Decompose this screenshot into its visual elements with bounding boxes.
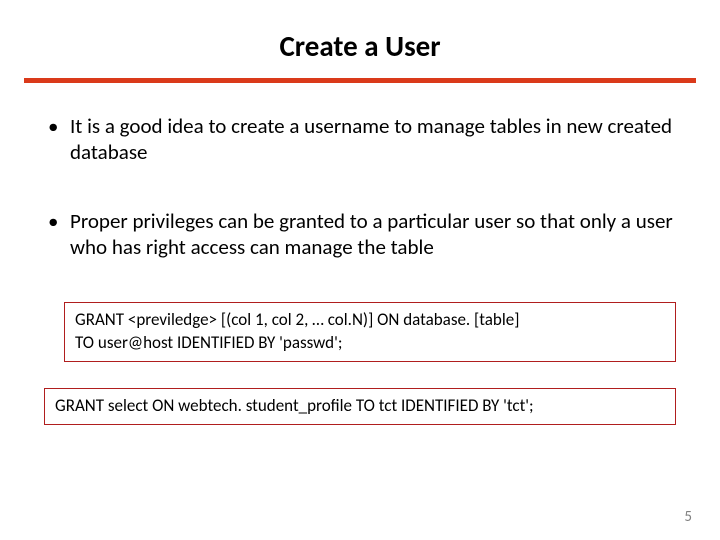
code-box-example: GRANT select ON webtech. student_profile…	[44, 388, 676, 425]
content-area: It is a good idea to create a username t…	[0, 83, 720, 260]
code-box-syntax: GRANT <previledge> [(col 1, col 2, … col…	[64, 302, 676, 362]
bullet-item: Proper privileges can be granted to a pa…	[40, 208, 680, 261]
code-line: GRANT <previledge> [(col 1, col 2, … col…	[75, 309, 665, 332]
bullet-list: It is a good idea to create a username t…	[40, 113, 680, 260]
bullet-item: It is a good idea to create a username t…	[40, 113, 680, 166]
code-line: TO user@host IDENTIFIED BY 'passwd';	[75, 332, 665, 355]
page-number: 5	[684, 508, 692, 526]
title-wrap: Create a User	[0, 0, 720, 64]
slide: Create a User It is a good idea to creat…	[0, 0, 720, 540]
slide-title: Create a User	[279, 28, 440, 64]
code-line: GRANT select ON webtech. student_profile…	[55, 395, 665, 418]
